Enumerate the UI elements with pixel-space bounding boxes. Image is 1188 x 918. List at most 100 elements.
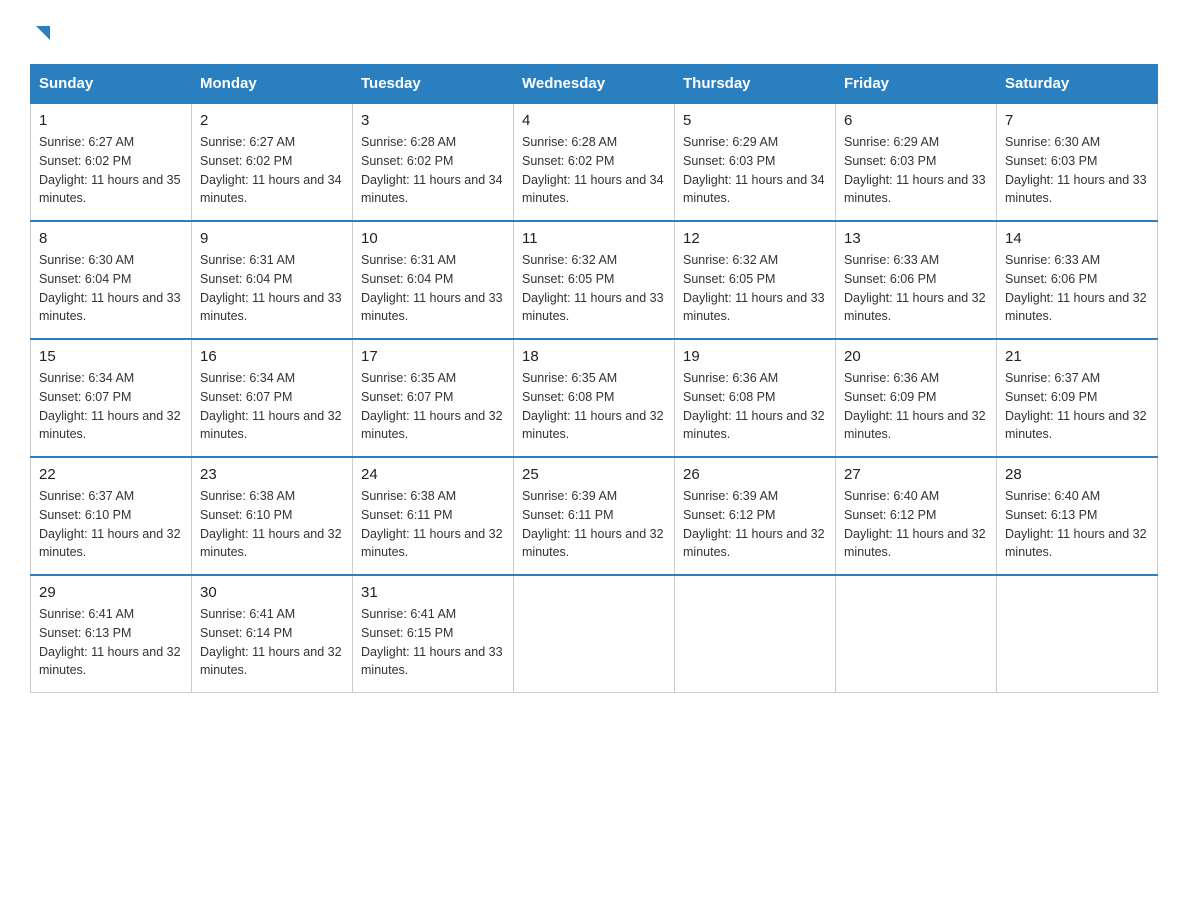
calendar-cell: 12 Sunrise: 6:32 AMSunset: 6:05 PMDayligh… bbox=[675, 221, 836, 339]
day-number: 16 bbox=[200, 348, 344, 365]
day-number: 12 bbox=[683, 230, 827, 247]
day-number: 6 bbox=[844, 112, 988, 129]
day-info: Sunrise: 6:40 AMSunset: 6:13 PMDaylight:… bbox=[1005, 489, 1147, 559]
calendar-cell: 23Sunrise: 6:38 AMSunset: 6:10 PMDayligh… bbox=[192, 457, 353, 575]
day-info: Sunrise: 6:41 AMSunset: 6:14 PMDaylight:… bbox=[200, 607, 342, 677]
day-number: 27 bbox=[844, 466, 988, 483]
calendar-cell: 17 Sunrise: 6:35 AMSunset: 6:07 PMDayligh… bbox=[353, 339, 514, 457]
calendar-cell: 9Sunrise: 6:31 AMSunset: 6:04 PMDaylight… bbox=[192, 221, 353, 339]
day-info: Sunrise: 6:32 AMSunset: 6:05 PMDaylight:… bbox=[522, 253, 664, 323]
day-info: Sunrise: 6:30 AMSunset: 6:04 PMDaylight:… bbox=[39, 253, 181, 323]
day-number: 20 bbox=[844, 348, 988, 365]
day-info: Sunrise: 6:37 AMSunset: 6:09 PMDaylight:… bbox=[1005, 371, 1147, 441]
day-number: 21 bbox=[1005, 348, 1149, 365]
calendar-cell: 25Sunrise: 6:39 AMSunset: 6:11 PMDayligh… bbox=[514, 457, 675, 575]
calendar-table: SundayMondayTuesdayWednesdayThursdayFrid… bbox=[30, 64, 1158, 693]
day-number: 26 bbox=[683, 466, 827, 483]
day-number: 11 bbox=[522, 230, 666, 247]
calendar-header-tuesday: Tuesday bbox=[353, 65, 514, 104]
day-info: Sunrise: 6:41 AMSunset: 6:13 PMDaylight:… bbox=[39, 607, 181, 677]
calendar-cell: 20 Sunrise: 6:36 AMSunset: 6:09 PMDayligh… bbox=[836, 339, 997, 457]
calendar-cell: 11 Sunrise: 6:32 AMSunset: 6:05 PMDayligh… bbox=[514, 221, 675, 339]
day-info: Sunrise: 6:29 AMSunset: 6:03 PMDaylight:… bbox=[683, 135, 825, 205]
calendar-cell: 7 Sunrise: 6:30 AMSunset: 6:03 PMDaylight… bbox=[997, 103, 1158, 221]
day-info: Sunrise: 6:36 AMSunset: 6:08 PMDaylight:… bbox=[683, 371, 825, 441]
calendar-cell: 26 Sunrise: 6:39 AMSunset: 6:12 PMDayligh… bbox=[675, 457, 836, 575]
calendar-cell bbox=[997, 575, 1158, 693]
day-info: Sunrise: 6:33 AMSunset: 6:06 PMDaylight:… bbox=[844, 253, 986, 323]
calendar-cell: 21 Sunrise: 6:37 AMSunset: 6:09 PMDayligh… bbox=[997, 339, 1158, 457]
day-info: Sunrise: 6:35 AMSunset: 6:08 PMDaylight:… bbox=[522, 371, 664, 441]
calendar-cell: 30 Sunrise: 6:41 AMSunset: 6:14 PMDayligh… bbox=[192, 575, 353, 693]
calendar-cell: 31Sunrise: 6:41 AMSunset: 6:15 PMDayligh… bbox=[353, 575, 514, 693]
calendar-cell: 16 Sunrise: 6:34 AMSunset: 6:07 PMDayligh… bbox=[192, 339, 353, 457]
calendar-cell: 24Sunrise: 6:38 AMSunset: 6:11 PMDayligh… bbox=[353, 457, 514, 575]
day-number: 3 bbox=[361, 112, 505, 129]
day-info: Sunrise: 6:39 AMSunset: 6:12 PMDaylight:… bbox=[683, 489, 825, 559]
day-info: Sunrise: 6:29 AMSunset: 6:03 PMDaylight:… bbox=[844, 135, 986, 205]
day-info: Sunrise: 6:40 AMSunset: 6:12 PMDaylight:… bbox=[844, 489, 986, 559]
day-number: 29 bbox=[39, 584, 183, 601]
logo-triangle-icon bbox=[32, 22, 54, 44]
day-info: Sunrise: 6:35 AMSunset: 6:07 PMDaylight:… bbox=[361, 371, 503, 441]
day-number: 5 bbox=[683, 112, 827, 129]
day-info: Sunrise: 6:27 AMSunset: 6:02 PMDaylight:… bbox=[200, 135, 342, 205]
day-info: Sunrise: 6:37 AMSunset: 6:10 PMDaylight:… bbox=[39, 489, 181, 559]
day-number: 28 bbox=[1005, 466, 1149, 483]
day-info: Sunrise: 6:30 AMSunset: 6:03 PMDaylight:… bbox=[1005, 135, 1147, 205]
day-number: 2 bbox=[200, 112, 344, 129]
day-number: 22 bbox=[39, 466, 183, 483]
calendar-cell: 29 Sunrise: 6:41 AMSunset: 6:13 PMDayligh… bbox=[31, 575, 192, 693]
day-number: 4 bbox=[522, 112, 666, 129]
calendar-header-wednesday: Wednesday bbox=[514, 65, 675, 104]
calendar-cell: 15Sunrise: 6:34 AMSunset: 6:07 PMDayligh… bbox=[31, 339, 192, 457]
day-number: 24 bbox=[361, 466, 505, 483]
calendar-cell: 13 Sunrise: 6:33 AMSunset: 6:06 PMDayligh… bbox=[836, 221, 997, 339]
calendar-cell: 18 Sunrise: 6:35 AMSunset: 6:08 PMDayligh… bbox=[514, 339, 675, 457]
calendar-header-sunday: Sunday bbox=[31, 65, 192, 104]
calendar-week-row: 29 Sunrise: 6:41 AMSunset: 6:13 PMDayligh… bbox=[31, 575, 1158, 693]
logo bbox=[30, 20, 54, 44]
day-number: 8 bbox=[39, 230, 183, 247]
calendar-cell: 8 Sunrise: 6:30 AMSunset: 6:04 PMDaylight… bbox=[31, 221, 192, 339]
page-header bbox=[30, 20, 1158, 44]
calendar-cell bbox=[514, 575, 675, 693]
day-info: Sunrise: 6:28 AMSunset: 6:02 PMDaylight:… bbox=[522, 135, 664, 205]
calendar-cell bbox=[836, 575, 997, 693]
calendar-cell: 2 Sunrise: 6:27 AMSunset: 6:02 PMDaylight… bbox=[192, 103, 353, 221]
day-info: Sunrise: 6:34 AMSunset: 6:07 PMDaylight:… bbox=[200, 371, 342, 441]
day-number: 13 bbox=[844, 230, 988, 247]
day-number: 7 bbox=[1005, 112, 1149, 129]
calendar-cell: 1 Sunrise: 6:27 AMSunset: 6:02 PMDaylight… bbox=[31, 103, 192, 221]
day-info: Sunrise: 6:34 AMSunset: 6:07 PMDaylight:… bbox=[39, 371, 181, 441]
day-info: Sunrise: 6:33 AMSunset: 6:06 PMDaylight:… bbox=[1005, 253, 1147, 323]
day-info: Sunrise: 6:27 AMSunset: 6:02 PMDaylight:… bbox=[39, 135, 181, 205]
calendar-cell: 5 Sunrise: 6:29 AMSunset: 6:03 PMDaylight… bbox=[675, 103, 836, 221]
calendar-cell: 14 Sunrise: 6:33 AMSunset: 6:06 PMDayligh… bbox=[997, 221, 1158, 339]
day-number: 30 bbox=[200, 584, 344, 601]
day-info: Sunrise: 6:28 AMSunset: 6:02 PMDaylight:… bbox=[361, 135, 503, 205]
day-info: Sunrise: 6:36 AMSunset: 6:09 PMDaylight:… bbox=[844, 371, 986, 441]
calendar-cell: 28 Sunrise: 6:40 AMSunset: 6:13 PMDayligh… bbox=[997, 457, 1158, 575]
day-info: Sunrise: 6:31 AMSunset: 6:04 PMDaylight:… bbox=[200, 253, 342, 323]
calendar-header-thursday: Thursday bbox=[675, 65, 836, 104]
day-number: 17 bbox=[361, 348, 505, 365]
calendar-cell: 27 Sunrise: 6:40 AMSunset: 6:12 PMDayligh… bbox=[836, 457, 997, 575]
calendar-cell: 4 Sunrise: 6:28 AMSunset: 6:02 PMDaylight… bbox=[514, 103, 675, 221]
day-number: 10 bbox=[361, 230, 505, 247]
day-info: Sunrise: 6:32 AMSunset: 6:05 PMDaylight:… bbox=[683, 253, 825, 323]
calendar-week-row: 15Sunrise: 6:34 AMSunset: 6:07 PMDayligh… bbox=[31, 339, 1158, 457]
day-number: 18 bbox=[522, 348, 666, 365]
day-info: Sunrise: 6:31 AMSunset: 6:04 PMDaylight:… bbox=[361, 253, 503, 323]
calendar-header-row: SundayMondayTuesdayWednesdayThursdayFrid… bbox=[31, 65, 1158, 104]
day-info: Sunrise: 6:41 AMSunset: 6:15 PMDaylight:… bbox=[361, 607, 503, 677]
calendar-cell: 6 Sunrise: 6:29 AMSunset: 6:03 PMDaylight… bbox=[836, 103, 997, 221]
day-number: 19 bbox=[683, 348, 827, 365]
calendar-week-row: 22 Sunrise: 6:37 AMSunset: 6:10 PMDayligh… bbox=[31, 457, 1158, 575]
calendar-header-saturday: Saturday bbox=[997, 65, 1158, 104]
day-number: 1 bbox=[39, 112, 183, 129]
calendar-cell: 3 Sunrise: 6:28 AMSunset: 6:02 PMDaylight… bbox=[353, 103, 514, 221]
day-number: 25 bbox=[522, 466, 666, 483]
day-number: 14 bbox=[1005, 230, 1149, 247]
calendar-cell: 10 Sunrise: 6:31 AMSunset: 6:04 PMDayligh… bbox=[353, 221, 514, 339]
